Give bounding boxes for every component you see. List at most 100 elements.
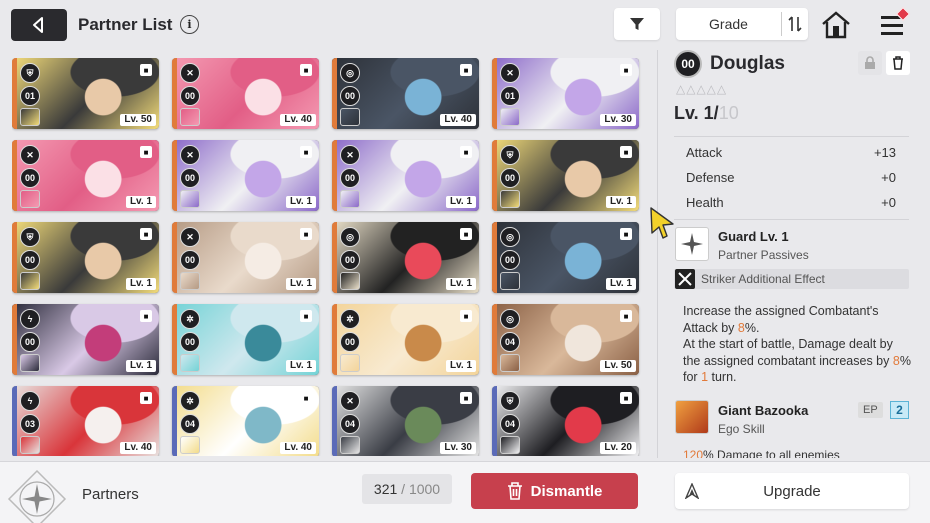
partner-level-badge: 04 bbox=[500, 332, 520, 352]
dismantle-button[interactable]: Dismantle bbox=[471, 473, 638, 509]
swords-icon: ✕ bbox=[180, 145, 200, 165]
partner-level-badge: 00 bbox=[500, 250, 520, 270]
assigned-combatant-avatar bbox=[20, 354, 40, 372]
stat-value: +0 bbox=[881, 195, 896, 210]
dismantle-label: Dismantle bbox=[530, 482, 603, 500]
partner-card[interactable]: ✕ 00 ■ Lv. 1 bbox=[172, 222, 319, 293]
rarity-stripe bbox=[172, 58, 177, 129]
bolt-icon: ϟ bbox=[20, 391, 40, 411]
ego-value: 120 bbox=[683, 448, 704, 458]
badge-stack: ✕ 01 bbox=[500, 63, 525, 106]
partner-card[interactable]: ◎ 00 ■ Lv. 1 bbox=[492, 222, 639, 293]
partner-level-badge: 00 bbox=[340, 168, 360, 188]
partner-level: Lv. 40 bbox=[120, 442, 156, 454]
back-button[interactable] bbox=[11, 9, 67, 41]
partner-card[interactable]: ⛨ 04 ■ Lv. 20 bbox=[492, 386, 639, 456]
lock-icon: ■ bbox=[300, 228, 312, 240]
partner-level-badge: 00 bbox=[180, 86, 200, 106]
partner-card[interactable]: ◎ 00 ■ Lv. 40 bbox=[332, 58, 479, 129]
badge-stack: ✕ 00 bbox=[20, 145, 45, 188]
partner-card[interactable]: ✕ 00 ■ Lv. 1 bbox=[12, 140, 159, 211]
sort-selector[interactable]: Grade bbox=[676, 8, 808, 40]
menu-icon-line bbox=[881, 24, 903, 27]
partner-level: Lv. 1 bbox=[445, 360, 476, 372]
badge-stack: ✲ 00 bbox=[340, 309, 365, 352]
partner-card[interactable]: ⛨ 01 ■ Lv. 50 bbox=[12, 58, 159, 129]
sort-direction-button[interactable] bbox=[781, 12, 808, 36]
partner-card[interactable]: ✕ 01 ■ Lv. 30 bbox=[492, 58, 639, 129]
partner-card[interactable]: ✕ 00 ■ Lv. 1 bbox=[332, 140, 479, 211]
partner-level: Lv. 40 bbox=[280, 442, 316, 454]
partner-card[interactable]: ϟ 00 ■ Lv. 1 bbox=[12, 304, 159, 375]
delete-button[interactable] bbox=[886, 51, 910, 75]
lock-icon: ■ bbox=[140, 64, 152, 76]
filter-icon bbox=[630, 18, 644, 30]
rarity-stripe bbox=[332, 386, 337, 456]
lock-icon: ■ bbox=[620, 146, 632, 158]
partner-card[interactable]: ✕ 00 ■ Lv. 40 bbox=[172, 58, 319, 129]
upgrade-button[interactable]: Upgrade bbox=[675, 473, 909, 509]
rarity-stripe bbox=[492, 222, 497, 293]
shield-icon: ⛨ bbox=[500, 145, 520, 165]
partner-card[interactable]: ✲ 00 ■ Lv. 1 bbox=[332, 304, 479, 375]
star-rating: △△△△△ bbox=[676, 82, 728, 96]
effect-text: At the start of battle, Damage dealt by … bbox=[683, 337, 893, 368]
ego-skill-title: Giant Bazooka bbox=[718, 403, 809, 418]
partner-card[interactable]: ϟ 03 ■ Lv. 40 bbox=[12, 386, 159, 456]
lock-icon: ■ bbox=[140, 392, 152, 404]
rarity-stripe bbox=[12, 304, 17, 375]
gear-icon: ✲ bbox=[340, 309, 360, 329]
partner-card[interactable]: ✲ 04 ■ Lv. 40 bbox=[172, 386, 319, 456]
lock-icon: ■ bbox=[460, 146, 472, 158]
filter-button[interactable] bbox=[614, 8, 660, 40]
rarity-stripe bbox=[172, 304, 177, 375]
mouse-cursor-icon bbox=[650, 207, 674, 239]
lock-icon: ■ bbox=[620, 228, 632, 240]
partner-level-badge: 00 bbox=[20, 332, 40, 352]
level-max: 10 bbox=[718, 103, 739, 123]
partner-card[interactable]: ✲ 00 ■ Lv. 1 bbox=[172, 304, 319, 375]
lock-icon: ■ bbox=[620, 64, 632, 76]
ego-skill-icon[interactable] bbox=[675, 400, 709, 434]
partner-card[interactable]: ✕ 04 ■ Lv. 30 bbox=[332, 386, 479, 456]
partner-card[interactable]: ⛨ 00 ■ Lv. 1 bbox=[492, 140, 639, 211]
passive-skill-icon[interactable] bbox=[675, 227, 709, 261]
partner-card[interactable]: ◎ 04 ■ Lv. 50 bbox=[492, 304, 639, 375]
swords-icon: ✕ bbox=[180, 63, 200, 83]
info-icon[interactable]: i bbox=[180, 15, 199, 34]
effect-text: %. bbox=[744, 320, 760, 335]
lock-button[interactable] bbox=[858, 51, 882, 75]
lock-icon bbox=[865, 56, 875, 69]
menu-button[interactable] bbox=[878, 6, 911, 40]
rarity-stripe bbox=[332, 304, 337, 375]
bottom-bar: Partners 321 / 1000 Dismantle Upgrade bbox=[0, 461, 930, 523]
back-arrow-icon bbox=[33, 17, 43, 33]
badge-stack: ⛨ 01 bbox=[20, 63, 45, 106]
target-icon: ◎ bbox=[340, 63, 360, 83]
rarity-stripe bbox=[12, 140, 17, 211]
assigned-combatant-avatar bbox=[20, 190, 40, 208]
rarity-stripe bbox=[332, 140, 337, 211]
partner-level-badge: 00 bbox=[20, 168, 40, 188]
badge-stack: ϟ 00 bbox=[20, 309, 45, 352]
swords-icon: ✕ bbox=[340, 145, 360, 165]
partner-level: Lv. 40 bbox=[280, 114, 316, 126]
ep-value: 2 bbox=[890, 401, 909, 419]
rarity-stripe bbox=[12, 222, 17, 293]
bolt-icon: ϟ bbox=[20, 309, 40, 329]
assigned-combatant-avatar bbox=[180, 354, 200, 372]
partner-card[interactable]: ✕ 00 ■ Lv. 1 bbox=[172, 140, 319, 211]
stat-attack: Attack +13 bbox=[686, 145, 896, 160]
assigned-combatant-avatar bbox=[340, 354, 360, 372]
sort-label[interactable]: Grade bbox=[676, 8, 781, 40]
assigned-combatant-avatar bbox=[500, 190, 520, 208]
partner-level-badge: 00 bbox=[340, 86, 360, 106]
partner-card[interactable]: ⛨ 00 ■ Lv. 1 bbox=[12, 222, 159, 293]
partner-level-badge: 00 bbox=[500, 168, 520, 188]
home-button[interactable] bbox=[820, 10, 852, 40]
shield-icon: ⛨ bbox=[20, 227, 40, 247]
top-bar: Partner List i Grade bbox=[0, 0, 930, 50]
partner-card[interactable]: ◎ 00 ■ Lv. 1 bbox=[332, 222, 479, 293]
rarity-stripe bbox=[172, 222, 177, 293]
partner-level-badge: 00 bbox=[180, 168, 200, 188]
